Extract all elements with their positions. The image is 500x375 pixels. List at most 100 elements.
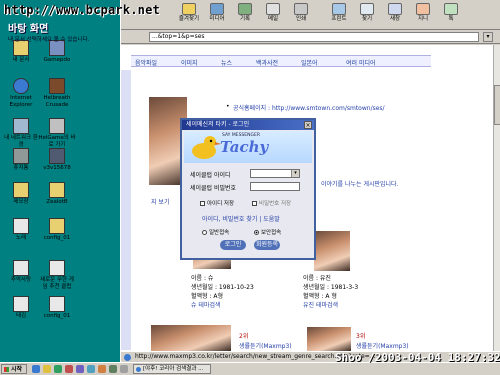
file-icon <box>13 218 29 234</box>
menu-news[interactable]: 뉴스 <box>221 58 232 67</box>
dialog-title: 세이메신저 타키 - 로그인 <box>186 121 250 128</box>
genie-icon <box>416 3 430 15</box>
desktop-icon-recycle-bin[interactable]: 휴지통 <box>2 148 40 172</box>
album-thumb-1 <box>151 325 231 351</box>
scrollbar-thumb[interactable] <box>494 85 500 125</box>
desktop-icon-notepad[interactable]: 메모장 <box>2 182 40 206</box>
category-menu: 음악파일 이미지 뉴스 백과사전 일본어 여러 미디어 <box>131 55 431 67</box>
desktop-icon-network[interactable]: 내 네트워크 환경 <box>2 118 40 148</box>
password-input[interactable] <box>250 182 300 191</box>
quicklaunch-app-icon[interactable] <box>76 365 84 373</box>
vertical-scrollbar[interactable] <box>493 45 500 351</box>
close-button[interactable]: × <box>304 121 312 129</box>
desktop-icon-internet-explorer[interactable]: Internet Explorer <box>2 78 40 108</box>
desktop-icon-songs[interactable]: 노래 <box>2 218 40 242</box>
genie-button[interactable]: 지니 <box>410 2 436 26</box>
window-icon <box>388 3 402 15</box>
artist1-name: 이름 : 슈 <box>191 275 214 282</box>
menu-encyclopedia[interactable]: 백과사전 <box>256 58 278 67</box>
talk-button[interactable]: 톡 <box>438 2 464 26</box>
search-icon <box>360 3 374 15</box>
quicklaunch-media-icon[interactable] <box>65 365 73 373</box>
star-icon <box>182 3 196 15</box>
desktop-icon-v3[interactable]: v3v15678 <box>38 148 76 172</box>
helbreath-icon <box>49 78 65 94</box>
login-button[interactable]: 로그인 <box>220 240 246 250</box>
official-homepage-link[interactable]: 공식홈페이지 : http://www.smtown.com/smtown/se… <box>233 103 385 112</box>
board-note[interactable]: 이야기를 나누는 게시판입니다. <box>321 179 398 188</box>
quicklaunch-app4-icon[interactable] <box>109 365 117 373</box>
rank-2: 2위 <box>239 333 249 340</box>
desktop-icon-zealotb[interactable]: ZealotB <box>38 182 76 206</box>
quicklaunch-app3-icon[interactable] <box>98 365 106 373</box>
desktop-icon-config-1[interactable]: config_01 <box>38 218 76 242</box>
desktop-subtitle: 내 문서 선택하세요 볼 수 있습니다. <box>8 37 90 43</box>
history-button[interactable]: 기록 <box>232 2 258 26</box>
checkbox-icon <box>200 201 205 206</box>
register-button[interactable]: 회원등록 <box>254 240 280 250</box>
radio-icon <box>202 230 207 235</box>
address-bar: ...&top=1&p=ses ▾ <box>121 30 500 44</box>
song3-listen-link[interactable]: 생률듣기(Maxmp3) <box>356 341 409 350</box>
address-dropdown-button[interactable]: ▾ <box>483 32 493 42</box>
artist1-theme-link[interactable]: 슈 테마검색 <box>191 300 221 309</box>
taskbar-window-button[interactable]: [야후! 코리아 검색결과 ... <box>133 364 211 374</box>
rank-3: 3위 <box>356 333 366 340</box>
address-input[interactable]: ...&top=1&p=ses <box>149 32 479 42</box>
folder-icon <box>49 182 65 198</box>
search-button[interactable]: 찾기 <box>354 2 380 26</box>
desktop-icon-config-2[interactable]: config_01 <box>38 296 76 320</box>
album-thumb-3 <box>307 327 351 351</box>
artist1-blood: 혈액형 : A형 <box>191 293 224 300</box>
new-window-button[interactable]: 새창 <box>382 2 408 26</box>
start-button[interactable]: 시작 <box>1 364 27 374</box>
save-password-checkbox[interactable]: 비밀번호 저장 <box>252 199 291 207</box>
desktop-icon-gamepdo[interactable]: Gamepdo <box>38 40 76 64</box>
find-account-help-links[interactable]: 아이디, 비밀번호 찾기 | 도움말 <box>202 214 280 223</box>
quicklaunch-folder-icon[interactable] <box>43 365 51 373</box>
desktop-icon-taegim[interactable]: 태김 <box>2 296 40 320</box>
artist2-theme-link[interactable]: 유진 테마검색 <box>303 300 338 309</box>
password-label: 세이클럽 비밀번호 <box>190 185 237 192</box>
menu-music[interactable]: 음악파일 <box>135 58 157 67</box>
quicklaunch-ie-icon[interactable] <box>32 365 40 373</box>
menu-images[interactable]: 이미지 <box>181 58 198 67</box>
artist2-blood: 혈액형 : A 형 <box>303 293 337 300</box>
messenger-logo: Tachy <box>220 138 269 156</box>
desktop-title: 바탕 화면 <box>8 24 49 35</box>
chat-icon <box>444 3 458 15</box>
artist-photo-eugene <box>314 231 350 271</box>
artist1-birth: 생년월일 : 1981-10-23 <box>191 284 254 291</box>
quicklaunch-app5-icon[interactable] <box>120 365 128 373</box>
normal-connection-radio[interactable]: 일반접속 <box>202 228 229 236</box>
menu-media[interactable]: 여러 미디어 <box>346 58 376 67</box>
id-input[interactable]: ▾ <box>250 169 300 178</box>
folder-icon <box>13 182 29 198</box>
dialog-titlebar[interactable]: 세이메신저 타키 - 로그인 <box>182 120 314 130</box>
print-button[interactable]: 인쇄 <box>288 2 314 26</box>
favorites-button[interactable]: 즐겨찾기 <box>176 2 202 26</box>
media-button[interactable]: 미디어 <box>204 2 230 26</box>
view-more-link[interactable]: 지 보기 <box>151 197 169 206</box>
quicklaunch-desktop-icon[interactable] <box>54 365 62 373</box>
ie-icon <box>13 78 29 94</box>
song2-listen-link[interactable]: 생률듣기(Maxmp3) <box>239 341 292 350</box>
print2-button[interactable]: 프린트 <box>326 2 352 26</box>
id-dropdown-icon[interactable]: ▾ <box>291 170 299 177</box>
save-id-checkbox[interactable]: 아이디 저장 <box>200 199 234 207</box>
desktop-icon-memories[interactable]: 추억사랑 <box>2 260 40 284</box>
mail-icon <box>266 3 280 15</box>
id-label: 세이클럽 아이디 <box>190 172 231 179</box>
printer-icon <box>332 3 346 15</box>
printer-icon <box>294 3 308 15</box>
artist2-name: 이름 : 유진 <box>303 275 331 282</box>
menu-japanese[interactable]: 일본어 <box>301 58 318 67</box>
desktop-icon-helgame-shortcut[interactable]: HelGame의 바로 가기 <box>38 118 76 148</box>
desktop-icon-my-documents[interactable]: 내 문서 <box>2 40 40 64</box>
quicklaunch-app2-icon[interactable] <box>87 365 95 373</box>
media-icon <box>210 3 224 15</box>
mail-button[interactable]: 메일 <box>260 2 286 26</box>
desktop-icon-helbreath[interactable]: Helbreath Crusade <box>38 78 76 108</box>
desktop-icon-game-club[interactable]: 새로운 무한 게임 추천 클럽 <box>38 260 76 290</box>
secure-connection-radio[interactable]: 보안접속 <box>254 228 281 236</box>
